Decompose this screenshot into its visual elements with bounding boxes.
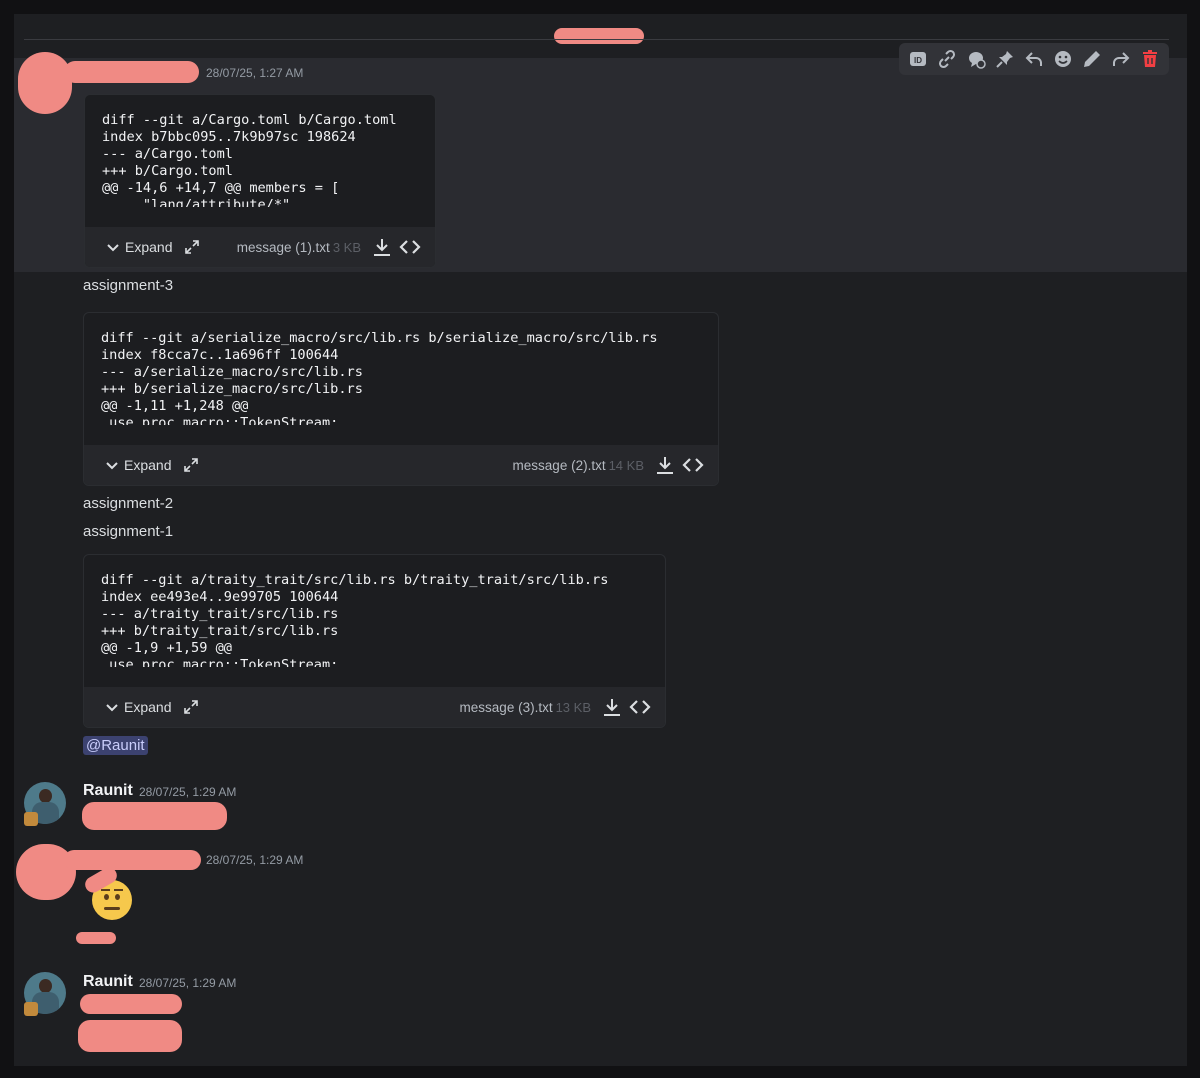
pin-icon[interactable] xyxy=(993,47,1017,71)
chat-frame: ID 28/07/25, 1:27 AM diff --git a/Cargo.… xyxy=(14,14,1187,1066)
attachment-footer: Expand message (1).txt 3 KB xyxy=(85,227,435,267)
emoji-reaction-icon[interactable] xyxy=(1051,47,1075,71)
chevron-down-icon xyxy=(106,462,118,470)
expand-label: Expand xyxy=(124,699,172,715)
attachment-size: 3 KB xyxy=(332,239,361,255)
file-attachment: diff --git a/serialize_macro/src/lib.rs … xyxy=(83,312,719,486)
delete-icon[interactable] xyxy=(1138,47,1162,71)
redacted-username xyxy=(64,61,199,83)
edit-icon[interactable] xyxy=(1080,47,1104,71)
redacted-message-text xyxy=(76,932,116,944)
file-attachment: diff --git a/traity_trait/src/lib.rs b/t… xyxy=(83,554,666,728)
redacted-channel-label xyxy=(554,28,644,44)
attachment-filename[interactable]: message (3).txt xyxy=(460,700,553,715)
message-text: assignment-1 xyxy=(83,523,174,540)
attachment-footer: Expand message (3).txt 13 KB xyxy=(84,687,665,727)
redacted-avatar xyxy=(18,52,72,114)
thread-icon[interactable] xyxy=(964,47,988,71)
fullscreen-icon[interactable] xyxy=(183,457,199,473)
forward-icon[interactable] xyxy=(1109,47,1133,71)
download-icon[interactable] xyxy=(371,236,393,258)
view-code-icon[interactable] xyxy=(682,454,704,476)
file-attachment: diff --git a/Cargo.toml b/Cargo.toml ind… xyxy=(84,94,436,268)
message-timestamp: 28/07/25, 1:27 AM xyxy=(206,66,304,80)
chevron-down-icon xyxy=(107,244,119,252)
id-icon[interactable]: ID xyxy=(906,47,930,71)
attachment-filename[interactable]: message (1).txt xyxy=(237,240,330,255)
message-action-toolbar: ID xyxy=(899,43,1169,75)
user-mention[interactable]: @Raunit xyxy=(83,736,148,755)
message-timestamp: 28/07/25, 1:29 AM xyxy=(139,785,237,799)
download-icon[interactable] xyxy=(601,696,623,718)
redacted-message-text xyxy=(80,994,182,1014)
fullscreen-icon[interactable] xyxy=(184,239,200,255)
redacted-message-text xyxy=(78,1020,182,1052)
view-code-icon[interactable] xyxy=(629,696,651,718)
code-preview: diff --git a/traity_trait/src/lib.rs b/t… xyxy=(101,572,609,667)
avatar-decoration-icon xyxy=(24,812,38,826)
expand-button[interactable]: Expand xyxy=(105,239,172,255)
download-icon[interactable] xyxy=(654,454,676,476)
redacted-message-text xyxy=(82,802,227,830)
view-code-icon[interactable] xyxy=(399,236,421,258)
username[interactable]: Raunit xyxy=(83,782,133,800)
svg-text:ID: ID xyxy=(914,56,922,65)
attachment-size: 14 KB xyxy=(608,457,644,473)
attachment-size: 13 KB xyxy=(555,699,591,715)
avatar-decoration-icon xyxy=(24,1002,38,1016)
expand-button[interactable]: Expand xyxy=(104,699,171,715)
expand-label: Expand xyxy=(124,457,172,473)
code-preview: diff --git a/Cargo.toml b/Cargo.toml ind… xyxy=(102,112,397,207)
attachment-footer: Expand message (2).txt 14 KB xyxy=(84,445,718,485)
message-text: assignment-2 xyxy=(83,495,174,512)
message-timestamp: 28/07/25, 1:29 AM xyxy=(139,976,237,990)
message-timestamp: 28/07/25, 1:29 AM xyxy=(206,853,304,867)
attachment-filename[interactable]: message (2).txt xyxy=(513,458,606,473)
username[interactable]: Raunit xyxy=(83,973,133,991)
reply-icon[interactable] xyxy=(1022,47,1046,71)
link-icon[interactable] xyxy=(935,47,959,71)
code-preview: diff --git a/serialize_macro/src/lib.rs … xyxy=(101,330,658,425)
date-divider xyxy=(24,39,1169,40)
expand-label: Expand xyxy=(125,239,173,255)
fullscreen-icon[interactable] xyxy=(183,699,199,715)
expand-button[interactable]: Expand xyxy=(104,457,171,473)
chevron-down-icon xyxy=(106,704,118,712)
message-text: assignment-3 xyxy=(83,277,174,294)
redacted-username xyxy=(64,850,201,870)
